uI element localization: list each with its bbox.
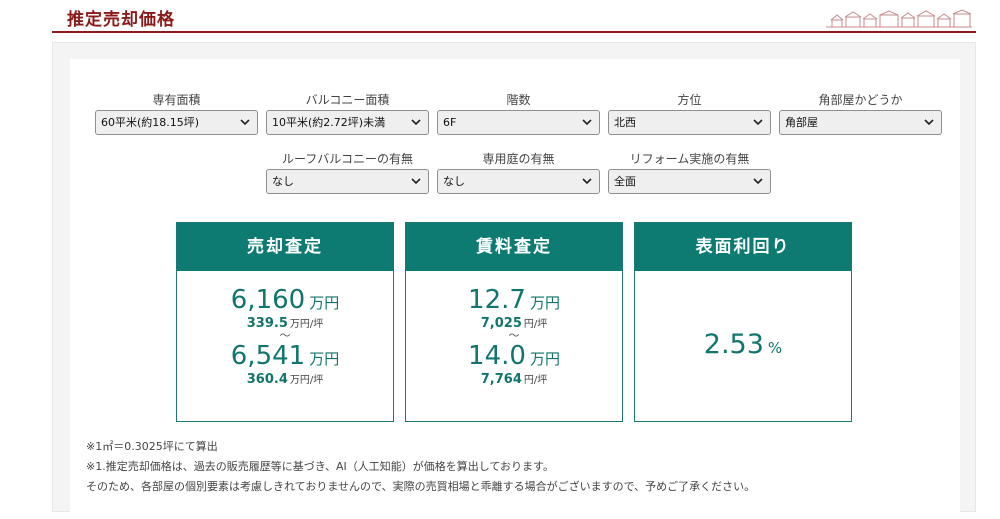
field-floor-area: 専有面積 60平米(約18.15坪) <box>95 92 258 135</box>
corner-room-label: 角部屋かどうか <box>818 93 903 107</box>
field-balcony-area: バルコニー面積 10平米(約2.72坪)未満 <box>266 92 429 135</box>
balcony-area-value: 10平米(約2.72坪)未満 <box>272 116 386 129</box>
note-conversion: ※1㎡＝0.3025坪にて算出 <box>86 440 218 453</box>
chevron-down-icon <box>582 178 592 185</box>
sale-estimate-title: 売却査定 <box>177 223 393 271</box>
direction-label: 方位 <box>677 93 702 107</box>
field-reform: リフォーム実施の有無 全面 <box>608 151 771 194</box>
rent-high-per-tsubo: 7,764 円/坪 <box>480 372 548 387</box>
yield-title: 表面利回り <box>635 223 851 271</box>
floor-area-value: 60平米(約18.15坪) <box>101 116 200 129</box>
floor-value: 6F <box>443 116 457 129</box>
chevron-down-icon <box>753 119 763 126</box>
rent-low-price: 12.7 万円 <box>468 285 560 315</box>
private-garden-select[interactable]: なし <box>437 169 600 194</box>
direction-value: 北西 <box>614 116 636 129</box>
page-title: 推定売却価格 <box>67 10 175 30</box>
floor-area-label: 専有面積 <box>152 93 201 107</box>
field-direction: 方位 北西 <box>608 92 771 135</box>
town-illustration-icon <box>826 9 972 28</box>
page-header: 推定売却価格 <box>52 0 976 33</box>
field-private-garden: 専用庭の有無 なし <box>437 151 600 194</box>
floor-area-select[interactable]: 60平米(約18.15坪) <box>95 110 258 135</box>
floor-select[interactable]: 6F <box>437 110 600 135</box>
roof-balcony-label: ルーフバルコニーの有無 <box>281 152 414 166</box>
field-corner-room: 角部屋かどうか 角部屋 <box>779 92 942 135</box>
chevron-down-icon <box>753 178 763 185</box>
balcony-area-label: バルコニー面積 <box>305 93 390 107</box>
reform-value: 全面 <box>614 175 636 188</box>
private-garden-value: なし <box>443 175 465 188</box>
sale-estimate-card: 売却査定 6,160 万円 339.5 万円/坪 ～ 6,541 万円 360.4 万円… <box>176 222 394 422</box>
chevron-down-icon <box>582 119 592 126</box>
sale-low-price: 6,160 万円 <box>230 285 340 315</box>
chevron-down-icon <box>240 119 250 126</box>
corner-room-select[interactable]: 角部屋 <box>779 110 942 135</box>
sale-high-per-tsubo: 360.4 万円/坪 <box>246 372 324 387</box>
range-separator: ～ <box>508 329 520 342</box>
range-separator: ～ <box>279 329 291 342</box>
rent-estimate-title: 賃料査定 <box>406 223 622 271</box>
direction-select[interactable]: 北西 <box>608 110 771 135</box>
field-roof-balcony: ルーフバルコニーの有無 なし <box>266 151 429 194</box>
reform-select[interactable]: 全面 <box>608 169 771 194</box>
note-ai-estimate: ※1.推定売却価格は、過去の販売履歴等に基づき、AI（人工知能）が価格を算出して… <box>86 460 554 473</box>
rent-high-price: 14.0 万円 <box>468 341 560 371</box>
floor-label: 階数 <box>506 93 531 107</box>
yield-card: 表面利回り 2.53% <box>634 222 852 422</box>
roof-balcony-select[interactable]: なし <box>266 169 429 194</box>
note-disclaimer: そのため、各部屋の個別要素は考慮しきれておりませんので、実際の売買相場と乖離する… <box>86 480 756 493</box>
chevron-down-icon <box>411 178 421 185</box>
corner-room-value: 角部屋 <box>785 116 818 129</box>
private-garden-label: 専用庭の有無 <box>482 152 555 166</box>
chevron-down-icon <box>411 119 421 126</box>
field-floor: 階数 6F <box>437 92 600 135</box>
balcony-area-select[interactable]: 10平米(約2.72坪)未満 <box>266 110 429 135</box>
rent-estimate-card: 賃料査定 12.7 万円 7,025 円/坪 ～ 14.0 万円 7,764 円/坪 <box>405 222 623 422</box>
chevron-down-icon <box>924 119 934 126</box>
reform-label: リフォーム実施の有無 <box>629 152 750 166</box>
yield-value: 2.53% <box>703 329 783 360</box>
roof-balcony-value: なし <box>272 175 294 188</box>
sale-high-price: 6,541 万円 <box>230 341 340 371</box>
